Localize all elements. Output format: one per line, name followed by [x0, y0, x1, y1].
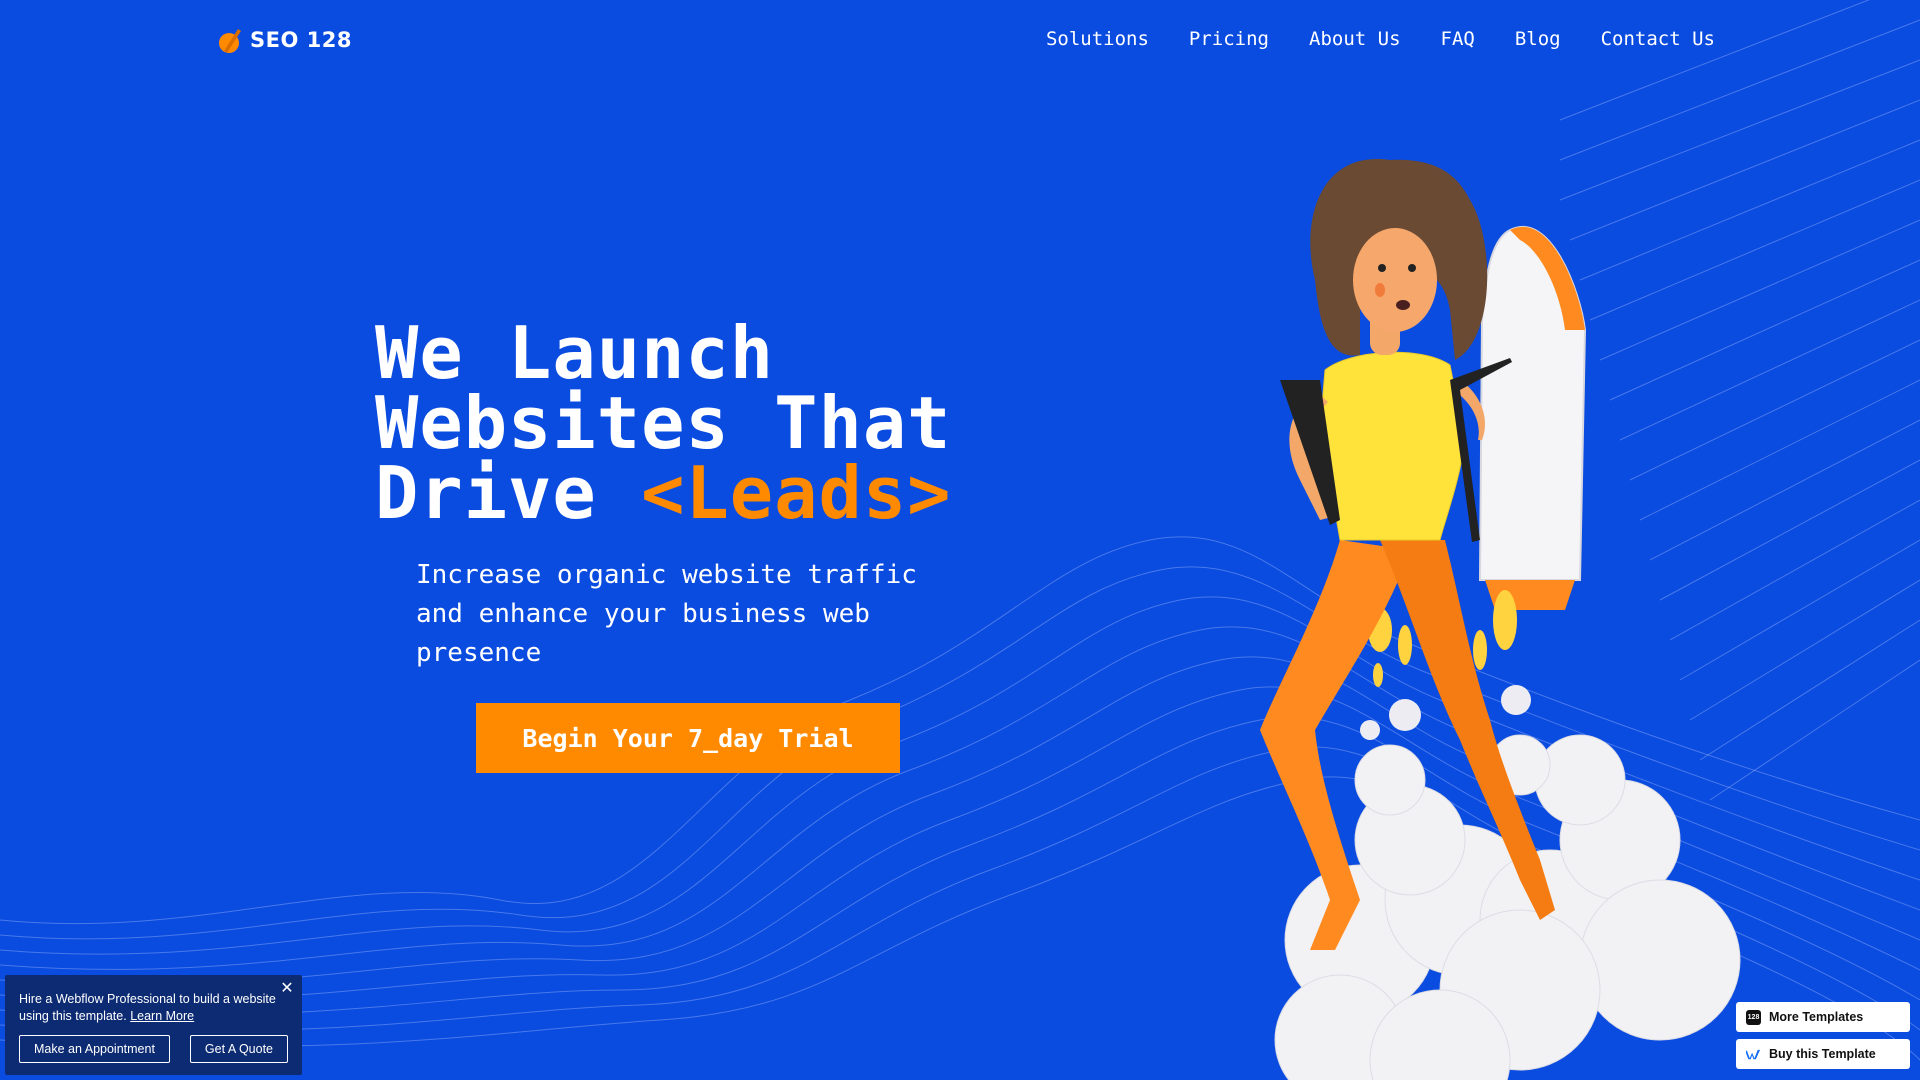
nav-link-pricing[interactable]: Pricing	[1189, 28, 1269, 50]
more-templates-label: More Templates	[1769, 1010, 1864, 1024]
site-logo[interactable]: SEO 128	[218, 25, 352, 55]
hero-headline: We Launch Websites That Drive <Leads>	[375, 317, 952, 529]
logo-text: SEO 128	[250, 28, 352, 52]
get-quote-button[interactable]: Get A Quote	[189, 1035, 288, 1063]
hire-popup-text: Hire a Webflow Professional to build a w…	[19, 991, 279, 1025]
nav-link-about-us[interactable]: About Us	[1309, 28, 1401, 50]
rocket-girl-illustration	[1260, 159, 1741, 1080]
hero-subtext: Increase organic website traffic and enh…	[416, 560, 917, 668]
buy-template-badge[interactable]: Buy this Template	[1736, 1039, 1910, 1069]
buy-template-label: Buy this Template	[1769, 1047, 1876, 1061]
nav-link-contact-us[interactable]: Contact Us	[1601, 28, 1715, 50]
nav-link-faq[interactable]: FAQ	[1441, 28, 1475, 50]
webflow-icon	[1746, 1049, 1761, 1059]
nav-link-blog[interactable]: Blog	[1515, 28, 1561, 50]
nav-link-solutions[interactable]: Solutions	[1046, 28, 1149, 50]
more-templates-badge[interactable]: 128 More Templates	[1736, 1002, 1910, 1032]
headline-line-3: Drive	[375, 451, 642, 535]
hire-popup-buttons: Make an Appointment Get A Quote	[19, 1035, 288, 1063]
template-128-icon: 128	[1746, 1009, 1761, 1025]
learn-more-link[interactable]: Learn More	[130, 1009, 194, 1023]
main-nav: Solutions Pricing About Us FAQ Blog Cont…	[1046, 28, 1715, 50]
seo128-logo-icon	[219, 29, 241, 53]
make-appointment-button[interactable]: Make an Appointment	[19, 1035, 170, 1063]
hire-webflow-popup: ✕ Hire a Webflow Professional to build a…	[5, 975, 302, 1075]
headline-accent: <Leads>	[641, 451, 952, 535]
start-trial-button[interactable]: Begin Your 7_day Trial	[476, 703, 900, 773]
close-icon[interactable]: ✕	[278, 979, 296, 997]
